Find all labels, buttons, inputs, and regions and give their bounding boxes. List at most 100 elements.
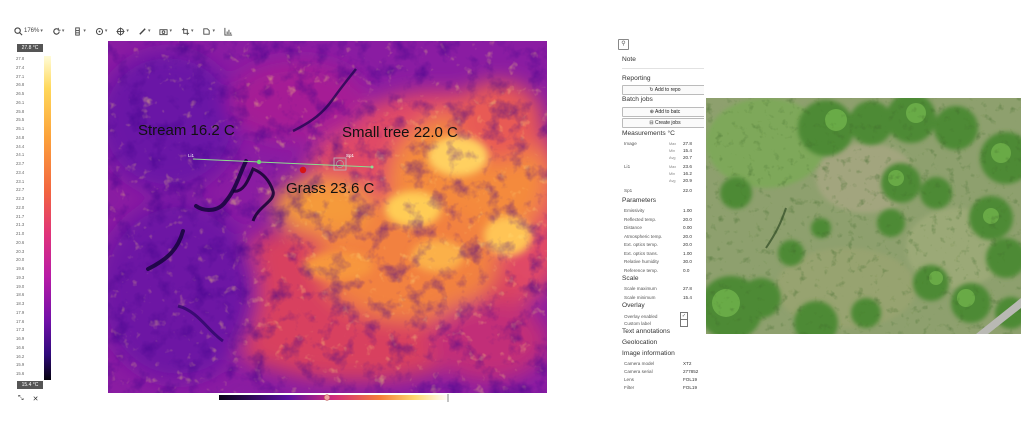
fit-view-icon[interactable]: ⤡ bbox=[18, 395, 24, 403]
li1-min-label: Min bbox=[669, 172, 676, 176]
lens-label: Lens bbox=[624, 377, 634, 382]
param-label: Atmospheric temp. bbox=[624, 233, 663, 239]
crop-button[interactable]: ▾ bbox=[181, 27, 193, 36]
scale-min-value[interactable]: 15.4 bbox=[683, 295, 692, 300]
image-min-value: 15.4 bbox=[683, 148, 692, 153]
scale-tick-label: 24.8 bbox=[16, 134, 25, 140]
overlay-enabled-label: Overlay enabled bbox=[624, 314, 658, 319]
lens-value: FOL19 bbox=[683, 377, 698, 382]
measure-button[interactable]: ▾ bbox=[95, 27, 107, 36]
image-toolbar: 176% ▾ ▾ ▾ ▾ ▾ ▾ ▾ ▾ ▾ bbox=[14, 22, 233, 40]
palette-icon bbox=[75, 26, 81, 36]
scale-tick-label: 22.0 bbox=[16, 204, 25, 210]
param-label: Reflected temp. bbox=[624, 216, 657, 222]
scale-tick-label: 15.9 bbox=[16, 362, 25, 368]
add-to-report-button[interactable]: ↻ Add to repo bbox=[622, 85, 704, 95]
param-value[interactable]: 30.0 bbox=[683, 259, 692, 264]
scale-tick-label: 22.3 bbox=[16, 196, 25, 202]
stream-annotation: Stream 16.2 C bbox=[138, 122, 235, 139]
small-tree-annotation: Small tree 22.0 C bbox=[342, 124, 458, 141]
scale-tick-label: 17.6 bbox=[16, 318, 25, 324]
scale-tick-label: 23.7 bbox=[16, 161, 25, 167]
scale-ticks: 27.8 27.4 27.1 26.8 26.5 26.1 25.8 25.5 25.1 24.8… bbox=[16, 56, 42, 380]
param-label: Distance bbox=[624, 225, 642, 230]
scale-tick-label: 21.7 bbox=[16, 213, 25, 219]
close-view-icon[interactable]: ✕ bbox=[33, 395, 39, 403]
param-value[interactable]: 1.00 bbox=[683, 208, 692, 213]
scale-tick-label: 18.6 bbox=[16, 292, 25, 298]
reporting-heading: Reporting bbox=[622, 75, 651, 82]
scale-tick-label: 18.3 bbox=[16, 301, 25, 307]
sp1-measure-label[interactable]: Sp1 bbox=[624, 188, 632, 193]
rotate-icon bbox=[53, 27, 61, 35]
image-info-heading: Image information bbox=[622, 350, 675, 357]
param-value[interactable]: 20.0 bbox=[683, 234, 692, 239]
create-jobs-button[interactable]: ⊟ Create jobs bbox=[622, 118, 704, 128]
pin-icon[interactable]: ⚲ bbox=[618, 39, 629, 50]
param-value[interactable]: 0.00 bbox=[683, 225, 692, 230]
param-value[interactable]: 20.0 bbox=[683, 217, 692, 222]
crop-icon bbox=[181, 27, 190, 35]
transform-button[interactable]: ▾ bbox=[202, 27, 215, 36]
histogram-button[interactable] bbox=[224, 27, 233, 36]
filter-label: Filter bbox=[624, 385, 635, 390]
brush-button[interactable]: ▾ bbox=[138, 27, 150, 36]
filter-value: FOL19 bbox=[683, 385, 698, 390]
image-max-label: Max bbox=[669, 142, 677, 146]
text-annotations-heading[interactable]: Text annotations bbox=[622, 328, 670, 335]
param-label: Ext. optics trans. bbox=[624, 250, 658, 256]
zoom-level: 176% bbox=[24, 28, 40, 34]
param-label: Emissivity bbox=[624, 208, 645, 213]
scale-tick-label: 23.4 bbox=[16, 169, 25, 175]
camera-button[interactable]: ▾ bbox=[159, 27, 172, 36]
scale-min-badge[interactable]: 15.4 °C bbox=[17, 381, 43, 389]
li1-avg-value: 20.9 bbox=[683, 178, 692, 183]
scale-tick-label: 20.6 bbox=[16, 239, 25, 245]
param-value[interactable]: 20.0 bbox=[683, 242, 692, 247]
scale-max-badge[interactable]: 27.8 °C bbox=[17, 44, 43, 52]
scale-tick-label: 19.3 bbox=[16, 274, 25, 280]
measure-icon bbox=[95, 27, 103, 35]
target-button[interactable]: ▾ bbox=[116, 26, 129, 36]
scale-tick-label: 16.2 bbox=[16, 353, 25, 359]
thermal-image[interactable]: Li1 Sp1 Stream 16.2 C Small tree 22.0 C … bbox=[108, 41, 547, 393]
li1-measure-label[interactable]: Li1 bbox=[624, 164, 630, 169]
camera-model-value: XT2 bbox=[683, 361, 692, 366]
scale-tick-label: 22.7 bbox=[16, 187, 25, 193]
line-marker-label: Li1 bbox=[188, 153, 195, 158]
scale-tick-label: 26.1 bbox=[16, 99, 25, 105]
scale-tick-label: 27.4 bbox=[16, 64, 25, 70]
scale-tick-label: 26.5 bbox=[16, 91, 25, 97]
scale-tick-label: 27.8 bbox=[16, 56, 25, 61]
scale-tick-label: 21.3 bbox=[16, 222, 25, 228]
transform-icon bbox=[203, 27, 211, 35]
param-label: Ext. optics temp. bbox=[624, 242, 658, 247]
scale-tick-label: 17.3 bbox=[16, 327, 25, 333]
geolocation-heading[interactable]: Geolocation bbox=[622, 339, 657, 346]
custom-label-checkbox[interactable] bbox=[680, 319, 688, 327]
scale-max-value[interactable]: 27.8 bbox=[683, 286, 692, 291]
spot-marker-label: Sp1 bbox=[346, 153, 355, 158]
rotate-button[interactable]: ▾ bbox=[52, 27, 64, 36]
parameters-heading: Parameters bbox=[622, 197, 657, 204]
li1-avg-label: Avg bbox=[669, 179, 676, 183]
scale-tick-label: 25.1 bbox=[16, 126, 25, 132]
scale-tick-label: 24.1 bbox=[16, 152, 25, 158]
param-value[interactable]: 1.00 bbox=[683, 251, 692, 256]
scale-color-bar[interactable] bbox=[44, 56, 51, 380]
add-to-batch-button[interactable]: ⊕ Add to batc bbox=[622, 107, 704, 117]
zoom-icon bbox=[14, 26, 23, 35]
note-heading[interactable]: Note bbox=[622, 56, 636, 63]
palette-button[interactable]: ▾ bbox=[73, 26, 86, 36]
image-min-label: Min bbox=[669, 149, 676, 153]
zoom-control[interactable]: 176% ▾ bbox=[14, 26, 43, 36]
palette-slider[interactable] bbox=[219, 394, 449, 402]
li1-min-value: 16.2 bbox=[683, 171, 692, 176]
temperature-scale: 27.8 °C 27.8 27.4 27.1 26.8 26.5 26.1 25.8 25.5… bbox=[14, 44, 51, 392]
scale-min-label: Scale minimum bbox=[624, 295, 656, 300]
properties-panel: ⚲ Note Reporting ↻ Add to repo Batch job… bbox=[612, 38, 704, 400]
scale-tick-label: 25.8 bbox=[16, 108, 25, 114]
view-controls: ⤡ ✕ bbox=[18, 395, 38, 403]
target-icon bbox=[116, 26, 125, 36]
param-value[interactable]: 0.0 bbox=[683, 268, 689, 273]
